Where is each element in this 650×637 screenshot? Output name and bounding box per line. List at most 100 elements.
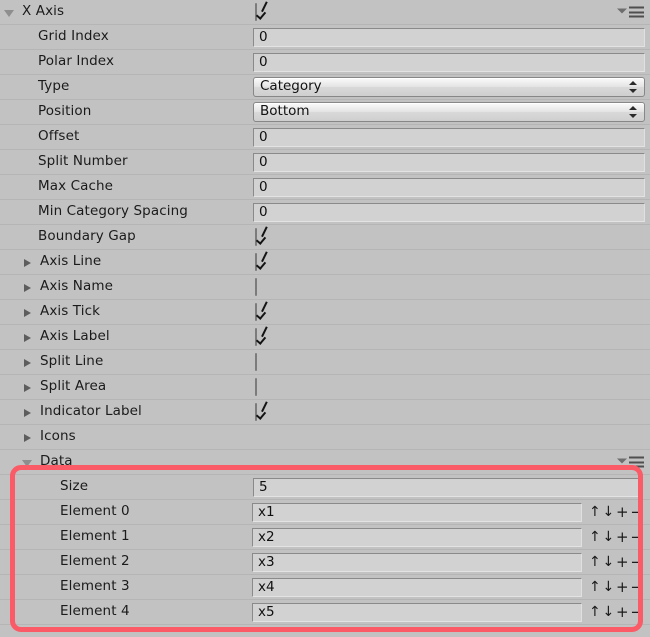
- hamburger-menu-icon[interactable]: [616, 6, 644, 19]
- checkbox-unchecked-icon[interactable]: [255, 378, 257, 396]
- property-row[interactable]: Axis Tick: [0, 300, 650, 325]
- foldout-closed-icon[interactable]: [22, 256, 35, 269]
- array-element-row[interactable]: Element 3 x4 ↑ ↓ + −: [0, 575, 650, 600]
- move-down-icon[interactable]: ↓: [603, 530, 615, 544]
- array-element-row[interactable]: Element 2 x3 ↑ ↓ + −: [0, 550, 650, 575]
- foldout-closed-icon[interactable]: [22, 356, 35, 369]
- remove-icon[interactable]: −: [630, 554, 643, 570]
- foldout-closed-icon[interactable]: [22, 381, 35, 394]
- toggle-axis-label[interactable]: [255, 328, 257, 346]
- array-element-row[interactable]: Element 0 x1 ↑ ↓ + −: [0, 500, 650, 525]
- remove-icon[interactable]: −: [630, 579, 643, 595]
- array-element-input[interactable]: x5: [252, 603, 582, 622]
- property-row[interactable]: Axis Line: [0, 250, 650, 275]
- array-element-input[interactable]: x2: [252, 528, 582, 547]
- dropdown-type[interactable]: Category: [253, 77, 645, 97]
- toggle-x-axis[interactable]: [255, 3, 257, 21]
- property-label: Split Area: [40, 378, 107, 395]
- property-row[interactable]: Max Cache 0: [0, 175, 650, 200]
- move-down-icon[interactable]: ↓: [603, 605, 615, 619]
- checkbox-checked-icon[interactable]: [255, 403, 257, 421]
- add-icon[interactable]: +: [616, 529, 629, 545]
- data-section-label: Data: [40, 453, 73, 470]
- dropdown-value: Category: [260, 78, 322, 95]
- add-icon[interactable]: +: [616, 554, 629, 570]
- array-element-label: Element 2: [60, 553, 130, 570]
- property-label: Indicator Label: [40, 403, 142, 420]
- input-polar-index[interactable]: 0: [253, 53, 645, 72]
- foldout-closed-icon[interactable]: [22, 331, 35, 344]
- checkbox-checked-icon[interactable]: [255, 228, 257, 246]
- remove-icon[interactable]: −: [630, 504, 643, 520]
- property-row[interactable]: X Axis: [0, 0, 650, 25]
- checkbox-checked-icon[interactable]: [255, 303, 257, 321]
- property-row[interactable]: Split Area: [0, 375, 650, 400]
- move-up-icon[interactable]: ↑: [589, 530, 601, 544]
- property-row[interactable]: Split Number 0: [0, 150, 650, 175]
- array-size-label: Size: [60, 478, 89, 495]
- property-label: Min Category Spacing: [38, 203, 188, 220]
- toggle-boundary-gap[interactable]: [255, 228, 257, 246]
- array-size-row[interactable]: Size 5: [0, 475, 650, 500]
- checkbox-unchecked-icon[interactable]: [255, 278, 257, 296]
- toggle-indicator-label[interactable]: [255, 403, 257, 421]
- property-row[interactable]: Position Bottom: [0, 100, 650, 125]
- hamburger-menu-icon[interactable]: [616, 456, 644, 469]
- menu-bars-icon: [629, 6, 644, 18]
- input-offset[interactable]: 0: [253, 128, 645, 147]
- foldout-closed-icon[interactable]: [22, 406, 35, 419]
- remove-icon[interactable]: −: [630, 529, 643, 545]
- foldout-closed-icon[interactable]: [22, 306, 35, 319]
- property-row[interactable]: Polar Index 0: [0, 50, 650, 75]
- add-icon[interactable]: +: [616, 604, 629, 620]
- array-element-row[interactable]: Element 1 x2 ↑ ↓ + −: [0, 525, 650, 550]
- array-size-input[interactable]: 5: [253, 478, 642, 497]
- remove-icon[interactable]: −: [630, 604, 643, 620]
- foldout-closed-icon[interactable]: [22, 281, 35, 294]
- input-split-number[interactable]: 0: [253, 153, 645, 172]
- add-icon[interactable]: +: [616, 504, 629, 520]
- array-element-input[interactable]: x1: [252, 503, 582, 522]
- input-min-category-spacing[interactable]: 0: [253, 203, 645, 222]
- property-row[interactable]: Offset 0: [0, 125, 650, 150]
- property-label: Offset: [38, 128, 80, 145]
- dropdown-value: Bottom: [260, 103, 310, 120]
- property-row[interactable]: Min Category Spacing 0: [0, 200, 650, 225]
- toggle-axis-name[interactable]: [255, 278, 257, 296]
- move-up-icon[interactable]: ↑: [589, 555, 601, 569]
- array-element-row[interactable]: Element 4 x5 ↑ ↓ + −: [0, 600, 650, 625]
- input-max-cache[interactable]: 0: [253, 178, 645, 197]
- property-row[interactable]: Axis Name: [0, 275, 650, 300]
- move-down-icon[interactable]: ↓: [603, 505, 615, 519]
- checkbox-checked-icon[interactable]: [255, 328, 257, 346]
- foldout-open-icon[interactable]: [4, 6, 17, 19]
- move-down-icon[interactable]: ↓: [603, 580, 615, 594]
- property-row[interactable]: Indicator Label: [0, 400, 650, 425]
- checkbox-checked-icon[interactable]: [255, 3, 257, 21]
- foldout-closed-icon[interactable]: [22, 431, 35, 444]
- property-row[interactable]: Split Line: [0, 350, 650, 375]
- move-up-icon[interactable]: ↑: [589, 605, 601, 619]
- checkbox-unchecked-icon[interactable]: [255, 353, 257, 371]
- property-row[interactable]: Type Category: [0, 75, 650, 100]
- array-element-input[interactable]: x3: [252, 553, 582, 572]
- foldout-open-icon[interactable]: [22, 456, 35, 469]
- toggle-axis-line[interactable]: [255, 253, 257, 271]
- property-row[interactable]: Axis Label: [0, 325, 650, 350]
- property-label: Split Line: [40, 353, 104, 370]
- toggle-axis-tick[interactable]: [255, 303, 257, 321]
- toggle-split-area[interactable]: [255, 378, 257, 396]
- move-up-icon[interactable]: ↑: [589, 580, 601, 594]
- add-icon[interactable]: +: [616, 579, 629, 595]
- array-element-input[interactable]: x4: [252, 578, 582, 597]
- input-grid-index[interactable]: 0: [253, 28, 645, 47]
- dropdown-position[interactable]: Bottom: [253, 102, 645, 122]
- move-down-icon[interactable]: ↓: [603, 555, 615, 569]
- property-row[interactable]: Icons: [0, 425, 650, 450]
- property-row[interactable]: Grid Index 0: [0, 25, 650, 50]
- property-row[interactable]: Boundary Gap: [0, 225, 650, 250]
- checkbox-checked-icon[interactable]: [255, 253, 257, 271]
- move-up-icon[interactable]: ↑: [589, 505, 601, 519]
- data-section-header[interactable]: Data: [0, 450, 650, 475]
- toggle-split-line[interactable]: [255, 353, 257, 371]
